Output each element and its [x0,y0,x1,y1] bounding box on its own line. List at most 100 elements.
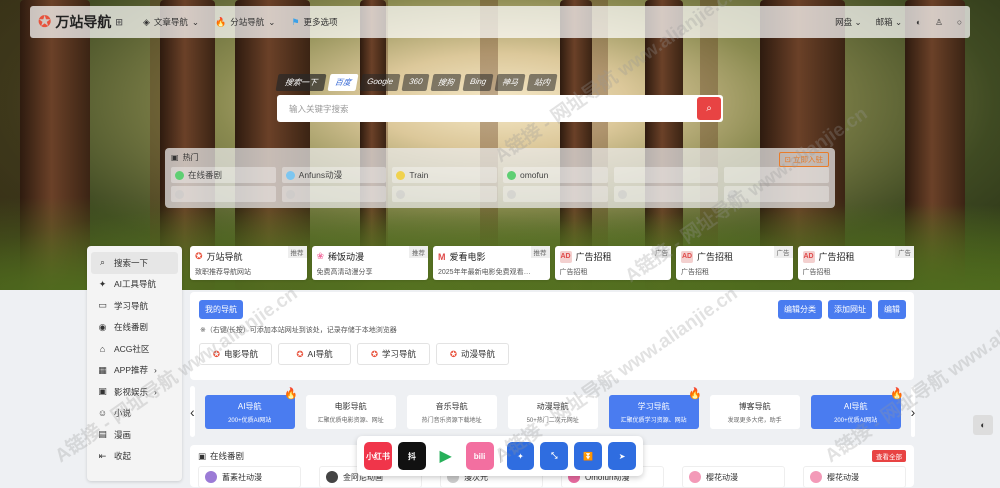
anime-site-item[interactable]: 蓄素社动漫 [198,466,301,488]
theme-toggle-button[interactable]: ◐ [973,415,993,435]
sidebar-item-folder[interactable]: ▭ 学习导航 [97,295,172,317]
my-nav-item[interactable]: ✪ 电影导航 [199,343,272,365]
carousel-item[interactable]: AI导航 200+优质AI网站 🔥 [204,388,298,429]
search-tab[interactable]: 神马 [494,74,526,91]
anime-site-item[interactable]: 樱花动漫 [803,466,906,488]
carousel-item[interactable]: 音乐导航 热门音乐资源下载地址 [406,394,497,429]
search-tab[interactable]: 站内 [526,74,558,91]
sidebar-item-search[interactable]: ⌕ 搜索一下 [91,252,178,274]
app-icon: ▦ [98,364,107,375]
carousel-track: AI导航 200+优质AI网站 🔥 电影导航 汇聚优质电影资源、网址 音乐导航 热门音乐资源… [204,388,904,429]
search-area: 搜索一下 百度 Google 360 搜狗 Bing 神马 站内 输入关键字搜索 ⌕ [275,74,723,122]
search-submit-button[interactable]: ⌕ [697,97,721,120]
featured-card[interactable]: ✪ 万站导航 致职推荐导航网站 推荐 [190,246,307,280]
search-tab[interactable]: 搜狗 [430,74,462,91]
expand-icon[interactable]: ⤡ [540,442,569,470]
nav-item-articles[interactable]: ◈ 文章导航 ⌄ [143,16,199,28]
xiaohongshu-icon[interactable]: 小红书 [364,442,392,470]
hot-item[interactable] [724,167,829,183]
nav-netdisk[interactable]: 网盘 ⌄ [835,16,862,28]
my-nav-item[interactable]: ✪ AI导航 [278,343,351,365]
my-nav-actions: 编辑分类 添加网址 编辑 [778,300,906,319]
card-title: 稀饭动漫 [328,252,365,262]
hot-item[interactable]: Train [392,167,497,183]
nav-item-more[interactable]: ⚑ 更多选项 [291,16,337,28]
hot-item[interactable]: 在线番剧 [171,167,276,183]
search-input[interactable]: 输入关键字搜索 ⌕ [277,95,723,122]
telegram-icon[interactable]: ➤ [608,442,636,470]
my-nav-tab[interactable]: 我的导航 [199,300,243,319]
my-nav-item[interactable]: ✪ 动漫导航 [436,343,509,365]
sidebar-item-home[interactable]: ⌂ ACG社区 [97,338,172,360]
search-tab[interactable]: 百度 [327,74,359,91]
carousel-item[interactable]: 动漫导航 50+热门二次元网址 [507,394,598,429]
hot-item[interactable]: Anfuns动漫 [281,167,387,183]
carousel-item[interactable]: 学习导航 汇聚优质学习资源、网站 🔥 [608,388,702,429]
placeholder-icon [396,189,406,199]
carousel-prev-button[interactable]: ‹ [190,386,195,437]
featured-card[interactable]: AD 广告招租 广告招租 广告 [554,246,671,280]
download-icon[interactable]: ⏬ [574,442,603,470]
sidebar-item-book[interactable]: ☺ 小说 [97,403,172,425]
add-url-button[interactable]: 添加网址 [828,300,872,319]
grid-icon[interactable]: ⊞ [115,17,123,28]
search-tab[interactable]: 360 [401,74,430,91]
bilibili-icon[interactable]: bili [465,442,494,470]
join-now-button[interactable]: ⊡ 立即入驻 [778,152,829,167]
carousel-item-desc: 200+优质AI网站 [834,417,878,424]
hot-item[interactable] [502,186,608,202]
star-logo-icon: ✪ [212,348,221,359]
hot-item[interactable] [171,186,276,202]
card-title-row: AD 广告招租 [802,250,910,263]
view-all-button[interactable]: 查看全部 [872,450,906,462]
featured-card[interactable]: AD 广告招租 广告招租 广告 [797,246,914,280]
sidebar-item-ai[interactable]: ✦ AI工具导航 [97,274,172,296]
hot-item[interactable] [392,186,497,202]
hot-item[interactable] [724,186,829,202]
sidebar-item-app[interactable]: ▦ APP推荐 › [97,360,172,382]
card-logo-icon: AD [559,250,572,263]
search-tab[interactable]: Google [359,74,401,91]
carousel-item[interactable]: 电影导航 汇聚优质电影资源、网址 [305,394,396,429]
carousel-item-title: AI导航 [237,401,262,411]
hot-item[interactable] [281,186,387,202]
nav-item-substations[interactable]: 🔥 分站导航 ⌄ [215,16,275,28]
carousel-item-title: AI导航 [843,401,868,411]
carousel-item[interactable]: 博客导航 发现更多大佬，助手 [709,394,800,429]
search-tab[interactable]: 搜索一下 [275,74,327,91]
my-nav-item[interactable]: ✪ 学习导航 [357,343,430,365]
user-icon[interactable]: ♙ [935,17,943,28]
anime-site-item[interactable]: 樱花动漫 [682,466,785,488]
carousel-item[interactable]: AI导航 200+优质AI网站 🔥 [810,388,904,429]
tiktok-icon[interactable]: 抖 [397,442,426,470]
card-logo-icon: AD [681,250,693,263]
app-icon[interactable]: ✦ [506,442,535,470]
placeholder-icon [728,189,738,199]
carousel-item-title: 博客导航 [738,401,771,411]
sidebar-item-movie[interactable]: ▣ 影视娱乐 › [97,381,172,403]
card-title-row: AD 广告招租 [559,250,667,263]
dark-mode-icon[interactable]: ◐ [916,17,921,27]
hot-item[interactable] [613,186,719,202]
nav-label: 邮箱 [875,17,893,27]
search-icon[interactable]: ○ [957,17,962,27]
tencent-video-icon[interactable]: ▶ [431,442,460,470]
sidebar-item-tv[interactable]: ◉ 在线番剧 [97,317,172,339]
featured-card[interactable]: ❀ 稀饭动漫 免费高清动漫分享 推荐 [311,246,428,280]
nav-mail[interactable]: 邮箱 ⌄ [876,16,903,28]
hot-item[interactable]: omofun [502,167,608,183]
edit-category-button[interactable]: 编辑分类 [778,300,822,319]
featured-card[interactable]: M 爱看电影 2025年年最新电影免费观看… 推荐 [433,246,550,280]
featured-card[interactable]: AD 广告招租 广告招租 广告 [676,246,793,280]
search-tab[interactable]: Bing [462,74,494,91]
hot-item[interactable] [613,167,719,183]
sidebar-item-comic[interactable]: ▤ 漫画 [97,424,172,446]
placeholder-icon [617,189,627,199]
fire-icon: 🔥 [215,16,227,27]
carousel-next-button[interactable]: › [910,386,916,437]
sidebar-item-collapse[interactable]: ⇤ 收起 [97,446,172,468]
sidebar-item-label: 学习导航 [114,300,149,311]
sidebar: ⌕ 搜索一下 ✦ AI工具导航 ▭ 学习导航 ◉ 在线番剧 ⌂ ACG社区 ▦ APP推荐 › ▣ 影视娱乐… [87,246,182,481]
brand-logo[interactable]: ✪ 万站导航 ⊞ [38,12,123,32]
edit-button[interactable]: 编辑 [878,300,906,319]
